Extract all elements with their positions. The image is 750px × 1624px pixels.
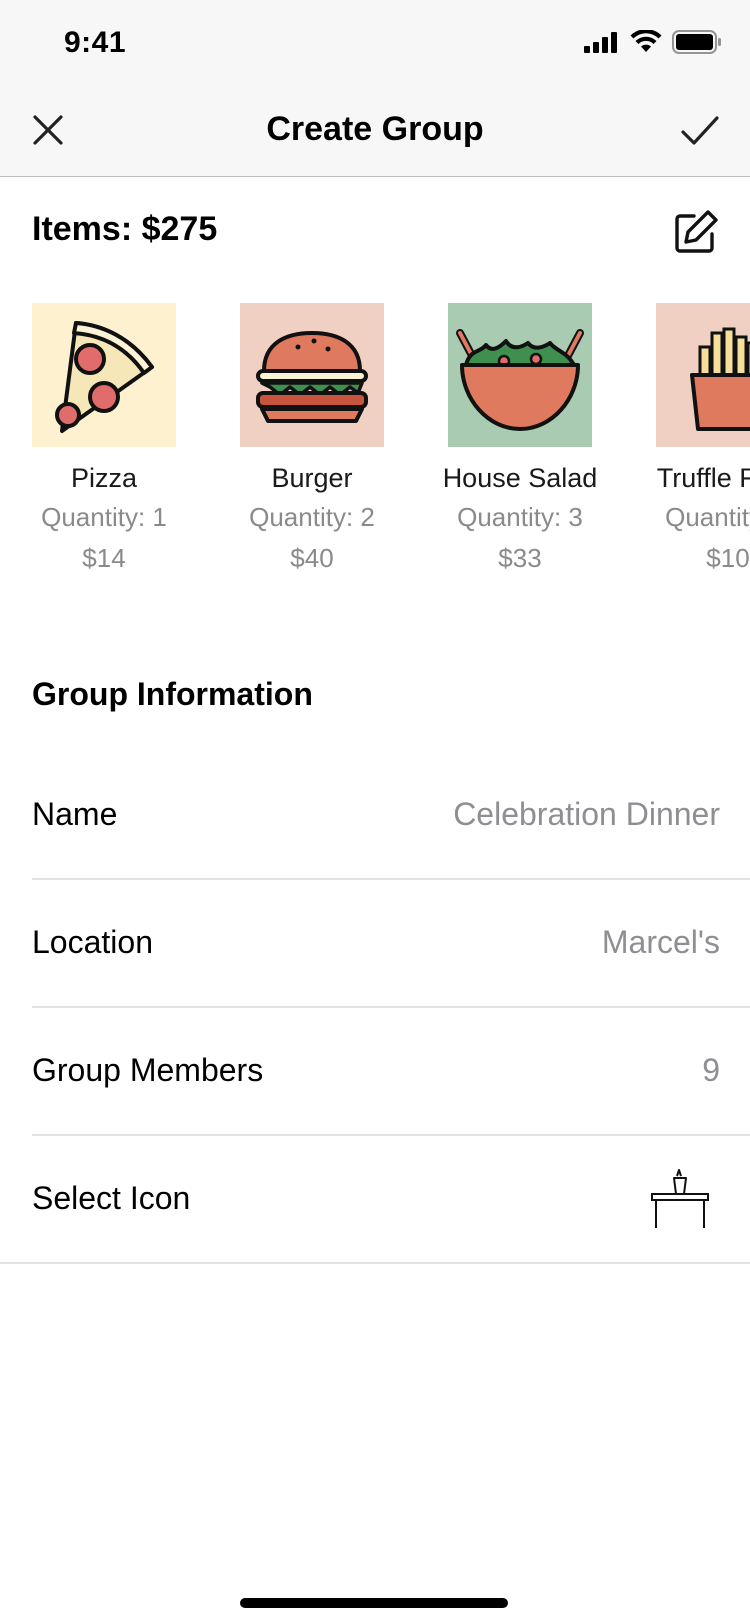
cellular-signal-icon	[584, 32, 617, 53]
location-value[interactable]: Marcel's	[602, 924, 720, 961]
pizza-icon	[32, 303, 176, 447]
burger-icon	[240, 303, 384, 447]
item-card[interactable]: House Salad Quantity: 3 $33	[416, 303, 624, 574]
items-carousel[interactable]: Pizza Quantity: 1 $14 Burger Quantity: 2…	[0, 303, 750, 593]
battery-icon	[672, 30, 721, 54]
salad-icon	[448, 303, 592, 447]
group-members-label: Group Members	[32, 1052, 264, 1088]
checkmark-icon[interactable]	[678, 110, 722, 150]
item-name: Pizza	[70, 463, 138, 493]
navigation-bar: Create Group	[0, 88, 750, 177]
group-information-title: Group Information	[32, 676, 313, 712]
item-price: $33	[498, 543, 542, 573]
item-price: $40	[290, 543, 334, 573]
item-quantity: Quantity: 3	[457, 502, 583, 532]
name-value[interactable]: Celebration Dinner	[453, 796, 720, 833]
location-row[interactable]: Location Marcel's	[0, 880, 750, 1008]
item-price: $14	[82, 543, 126, 573]
item-price: $10	[706, 543, 750, 573]
item-card[interactable]: Pizza Quantity: 1 $14	[0, 303, 208, 574]
items-total: Items: $275	[32, 210, 218, 248]
item-card[interactable]: Burger Quantity: 2 $40	[208, 303, 416, 574]
select-icon-label: Select Icon	[32, 1180, 191, 1216]
item-quantity: Quantity: 2	[249, 502, 375, 532]
home-indicator[interactable]	[240, 1598, 508, 1608]
fries-icon	[656, 303, 750, 447]
group-members-value[interactable]: 9	[702, 1052, 720, 1089]
name-label: Name	[32, 796, 118, 832]
item-quantity: Quantity: 1	[41, 502, 167, 532]
status-icons	[584, 30, 722, 54]
divider	[0, 1262, 750, 1264]
item-name: House Salad	[442, 463, 598, 493]
item-quantity: Quantity: 1	[665, 502, 750, 532]
item-card[interactable]: Truffle Fries Quantity: 1 $10	[624, 303, 750, 574]
table-icon[interactable]	[650, 1166, 710, 1230]
wifi-icon	[630, 30, 662, 52]
item-name: Burger	[271, 463, 353, 493]
location-label: Location	[32, 924, 153, 960]
status-bar: 9:41	[0, 0, 750, 88]
select-icon-row[interactable]: Select Icon	[0, 1136, 750, 1264]
name-row[interactable]: Name Celebration Dinner	[0, 752, 750, 880]
item-name: Truffle Fries	[656, 463, 750, 493]
page-title: Create Group	[266, 110, 484, 148]
edit-icon[interactable]	[672, 208, 720, 256]
group-members-row[interactable]: Group Members 9	[0, 1008, 750, 1136]
status-time: 9:41	[64, 26, 127, 59]
